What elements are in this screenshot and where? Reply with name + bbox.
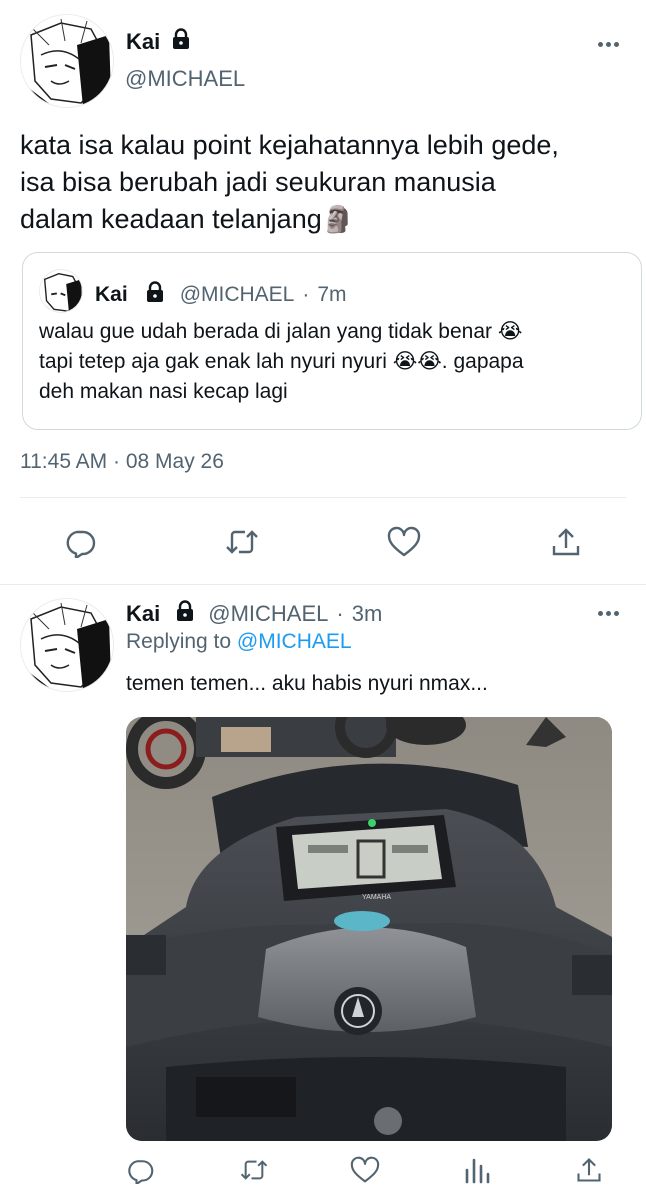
retweet-icon [226,530,258,554]
quoted-display-name: Kai [95,283,128,306]
main-text-line-2: isa bisa berubah jadi seukuran manusia [20,167,496,197]
reply-retweet-button[interactable] [234,1150,274,1190]
reply-analytics-button[interactable] [457,1150,497,1190]
quoted-time: 7m [317,283,347,306]
reply-separator: · [336,600,344,626]
main-text-line-3: dalam keadaan telanjang [20,204,322,234]
reply-icon [66,530,96,558]
quoted-handle: @MICHAEL [179,283,295,306]
like-icon [350,1156,380,1183]
dash-brand-text: YAMAHA [362,894,391,901]
lock-icon [170,28,192,55]
replying-to-link[interactable]: @MICHAEL [237,630,352,653]
more-icon[interactable] [598,42,619,47]
reply-handle[interactable]: @MICHAEL [208,601,328,627]
reply-icon [128,1160,154,1184]
quoted-text-line-3: deh makan nasi kecap lagi [39,380,288,403]
reply-time[interactable]: 3m [352,601,383,627]
like-icon [387,526,421,557]
share-icon [552,528,580,556]
more-icon[interactable] [598,611,619,616]
quoted-separator: · [302,283,310,306]
reply-text: temen temen... aku habis nyuri nmax... [126,672,488,695]
moai-emoji: 🗿 [321,204,355,234]
lock-icon [144,281,166,309]
main-text-line-1: kata isa kalau point kejahatannya lebih … [20,130,559,160]
quoted-text-line-1: walau gue udah berada di jalan yang tida… [39,320,523,343]
lock-icon [174,600,196,627]
replying-to-label: Replying to [126,630,232,653]
share-button[interactable] [546,522,586,562]
analytics-icon [465,1158,490,1184]
like-button[interactable] [384,522,424,562]
reply-avatar[interactable] [20,598,114,692]
main-display-name[interactable]: Kai [126,29,160,55]
main-timestamp[interactable]: 11:45 AM · 08 May 26 [20,450,224,474]
main-avatar[interactable] [20,14,114,108]
reply-display-name[interactable]: Kai [126,601,160,627]
reply-reply-button[interactable] [120,1150,160,1190]
retweet-button[interactable] [222,522,262,562]
reply-button[interactable] [60,522,100,562]
quoted-text-line-2: tapi tetep aja gak enak lah nyuri nyuri … [39,350,524,373]
quoted-avatar [39,269,83,313]
reply-photo[interactable]: YAMAHA [126,717,612,1141]
main-tweet-text: kata isa kalau point kejahatannya lebih … [20,127,640,238]
quoted-text: walau gue udah berada di jalan yang tida… [39,317,629,407]
main-handle[interactable]: @MICHAEL [125,66,245,92]
quoted-tweet-card[interactable]: Kai @MICHAEL · 7m walau gue udah berada … [22,252,642,430]
share-icon [577,1158,601,1182]
reply-like-button[interactable] [345,1150,385,1190]
retweet-icon [240,1160,268,1180]
reply-share-button[interactable] [569,1150,609,1190]
